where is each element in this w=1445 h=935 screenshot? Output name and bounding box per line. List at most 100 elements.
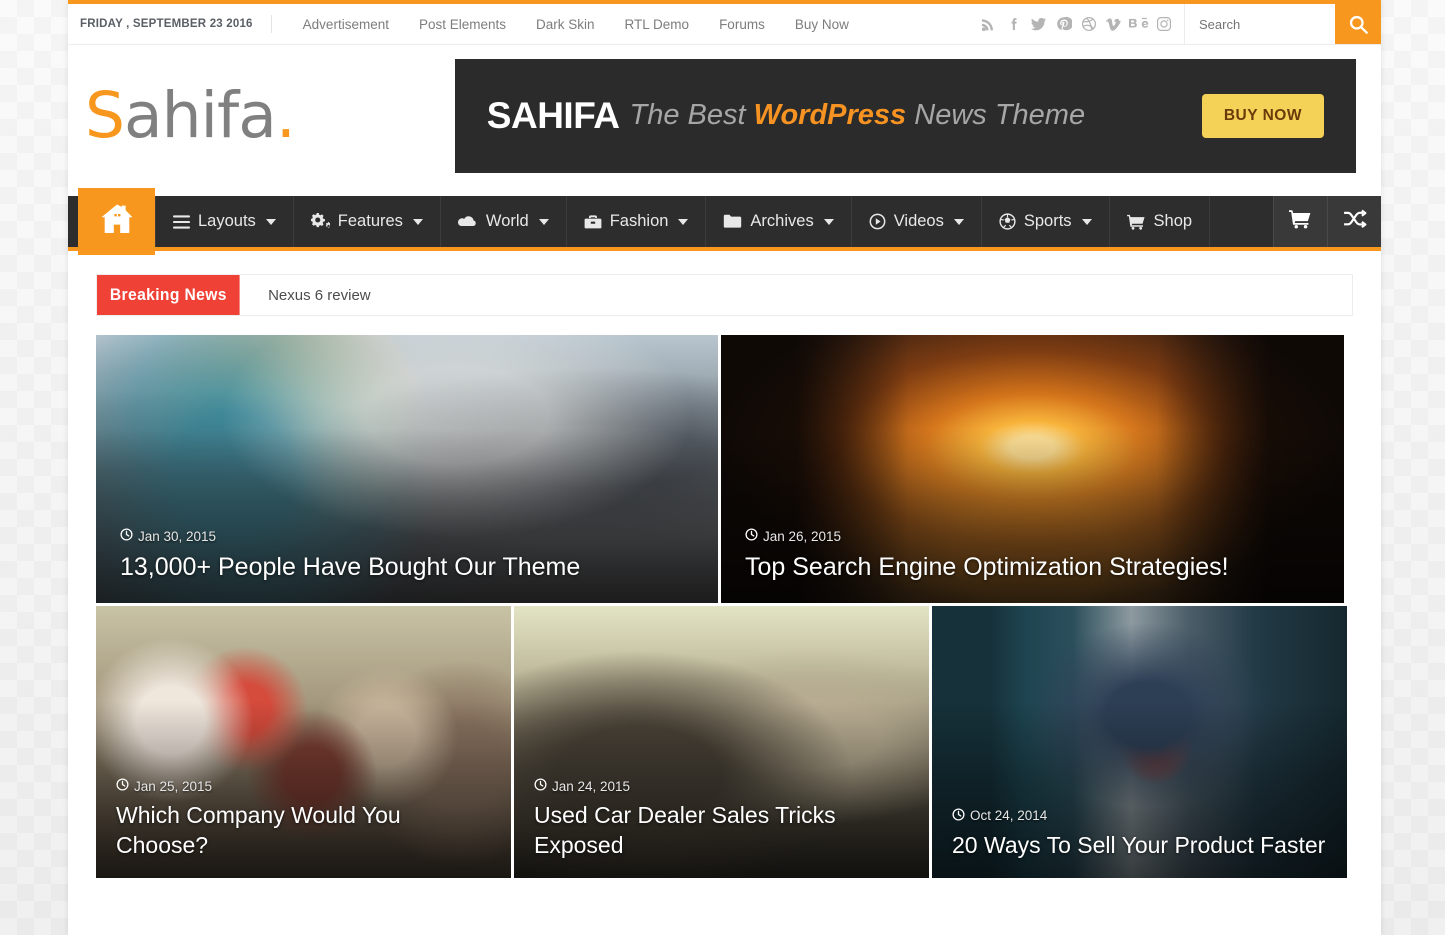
menu-label: Layouts — [198, 212, 256, 230]
clock-icon — [116, 778, 129, 794]
post-title[interactable]: 20 Ways To Sell Your Product Faster — [952, 831, 1327, 860]
post-title[interactable]: Which Company Would You Choose? — [116, 801, 491, 860]
chevron-down-icon — [265, 218, 276, 225]
post-date-text: Jan 30, 2015 — [138, 528, 217, 544]
menu-item-features[interactable]: Features — [294, 196, 441, 247]
clock-icon — [745, 528, 758, 544]
featured-grid: Jan 30, 2015 13,000+ People Have Bought … — [96, 335, 1353, 878]
dribbble-icon[interactable] — [1076, 12, 1101, 36]
post-date: Oct 24, 2014 — [952, 808, 1327, 824]
post-title[interactable]: 13,000+ People Have Bought Our Theme — [120, 551, 694, 583]
bars-icon — [173, 214, 190, 229]
menu-label: World — [485, 212, 529, 230]
breaking-news-bar: Breaking News Nexus 6 review — [96, 274, 1353, 316]
instagram-icon[interactable] — [1151, 12, 1176, 36]
top-link-dark-skin[interactable]: Dark Skin — [521, 17, 610, 32]
menu-label: Videos — [893, 212, 944, 230]
search-input[interactable] — [1185, 4, 1335, 44]
random-button[interactable] — [1327, 196, 1381, 247]
top-link-forums[interactable]: Forums — [704, 17, 780, 32]
vimeo-icon[interactable] — [1101, 12, 1126, 36]
clock-icon — [534, 778, 547, 794]
clock-icon — [952, 808, 965, 824]
chevron-down-icon — [538, 218, 549, 225]
featured-caption: Jan 25, 2015 Which Company Would You Cho… — [96, 778, 511, 878]
chevron-down-icon — [1081, 218, 1092, 225]
pinterest-icon[interactable] — [1051, 12, 1076, 36]
briefcase-icon — [584, 214, 602, 230]
logo-first-letter: S — [85, 79, 125, 152]
cart-icon — [1289, 209, 1312, 234]
menu-label: Fashion — [609, 212, 669, 230]
top-link-post-elements[interactable]: Post Elements — [404, 17, 521, 32]
top-link-buy-now[interactable]: Buy Now — [780, 17, 864, 32]
post-date-text: Oct 24, 2014 — [970, 808, 1048, 824]
behance-icon[interactable] — [1126, 12, 1151, 36]
featured-tile[interactable]: Oct 24, 2014 20 Ways To Sell Your Produc… — [932, 606, 1347, 878]
shuffle-icon — [1343, 209, 1367, 234]
top-link-advertisement[interactable]: Advertisement — [288, 17, 404, 32]
menu-item-videos[interactable]: Videos — [852, 196, 982, 247]
cloud-icon — [457, 215, 478, 229]
ad-buy-now-button[interactable]: BUY NOW — [1201, 93, 1324, 138]
logo-text: ahifa — [124, 79, 277, 152]
ad-banner[interactable]: SAHIFA The Best WordPress News Theme BUY… — [454, 58, 1356, 173]
featured-caption: Jan 24, 2015 Used Car Dealer Sales Trick… — [514, 778, 929, 878]
folder-icon — [723, 214, 742, 229]
menu-item-layouts[interactable]: Layouts — [155, 196, 294, 247]
search-button[interactable] — [1335, 4, 1381, 44]
cart-button[interactable] — [1273, 196, 1327, 247]
top-bar: FRIDAY , SEPTEMBER 23 2016 Advertisement… — [68, 4, 1381, 45]
home-button[interactable] — [78, 188, 155, 255]
play-circle-icon — [869, 213, 886, 230]
page-container: FRIDAY , SEPTEMBER 23 2016 Advertisement… — [68, 0, 1381, 935]
current-date: FRIDAY , SEPTEMBER 23 2016 — [80, 18, 253, 30]
home-icon — [100, 203, 134, 240]
search-icon — [1348, 14, 1369, 35]
ad-tagline-accent: WordPress — [753, 99, 907, 131]
ad-tagline-post: News Theme — [906, 99, 1086, 131]
breaking-news-label: Breaking News — [97, 275, 240, 315]
breaking-news-headline[interactable]: Nexus 6 review — [252, 275, 371, 315]
menu-item-archives[interactable]: Archives — [706, 196, 852, 247]
rss-icon[interactable] — [976, 12, 1001, 36]
post-title[interactable]: Used Car Dealer Sales Tricks Exposed — [534, 801, 909, 860]
featured-row-bottom: Jan 25, 2015 Which Company Would You Cho… — [96, 606, 1353, 878]
cart-icon — [1126, 214, 1146, 230]
menu-label: Archives — [750, 212, 814, 230]
ad-tagline-pre: The Best — [629, 99, 754, 131]
post-title[interactable]: Top Search Engine Optimization Strategie… — [745, 551, 1320, 583]
featured-tile[interactable]: Jan 24, 2015 Used Car Dealer Sales Trick… — [514, 606, 929, 878]
featured-caption: Oct 24, 2014 20 Ways To Sell Your Produc… — [932, 808, 1347, 878]
menu-item-shop[interactable]: Shop — [1110, 196, 1211, 247]
main-navigation: Layouts Features World Fashion Archives … — [68, 196, 1381, 251]
ad-tagline: The Best WordPress News Theme — [629, 99, 1085, 132]
featured-caption: Jan 30, 2015 13,000+ People Have Bought … — [96, 528, 718, 603]
menu-item-world[interactable]: World — [441, 196, 567, 247]
site-logo[interactable]: Sahifa. — [85, 84, 455, 147]
social-links — [976, 4, 1184, 44]
post-date: Jan 25, 2015 — [116, 778, 491, 794]
main-menu: Layouts Features World Fashion Archives … — [155, 196, 1211, 247]
featured-tile[interactable]: Jan 26, 2015 Top Search Engine Optimizat… — [721, 335, 1344, 603]
menu-label: Shop — [1153, 212, 1193, 230]
twitter-icon[interactable] — [1026, 12, 1051, 36]
post-date: Jan 24, 2015 — [534, 778, 909, 794]
menu-item-sports[interactable]: Sports — [982, 196, 1110, 247]
gears-icon — [310, 213, 330, 230]
menu-label: Sports — [1023, 212, 1072, 230]
soccer-ball-icon — [999, 213, 1016, 230]
top-bar-right — [976, 4, 1381, 44]
chevron-down-icon — [678, 218, 689, 225]
chevron-down-icon — [412, 218, 423, 225]
post-date: Jan 30, 2015 — [120, 528, 694, 544]
post-date-text: Jan 25, 2015 — [134, 778, 213, 794]
top-link-rtl-demo[interactable]: RTL Demo — [610, 17, 705, 32]
clock-icon — [120, 528, 133, 544]
featured-tile[interactable]: Jan 30, 2015 13,000+ People Have Bought … — [96, 335, 718, 603]
facebook-icon[interactable] — [1001, 12, 1026, 36]
chevron-down-icon — [953, 218, 964, 225]
menu-item-fashion[interactable]: Fashion — [567, 196, 707, 247]
featured-tile[interactable]: Jan 25, 2015 Which Company Would You Cho… — [96, 606, 511, 878]
chevron-down-icon — [823, 218, 834, 225]
